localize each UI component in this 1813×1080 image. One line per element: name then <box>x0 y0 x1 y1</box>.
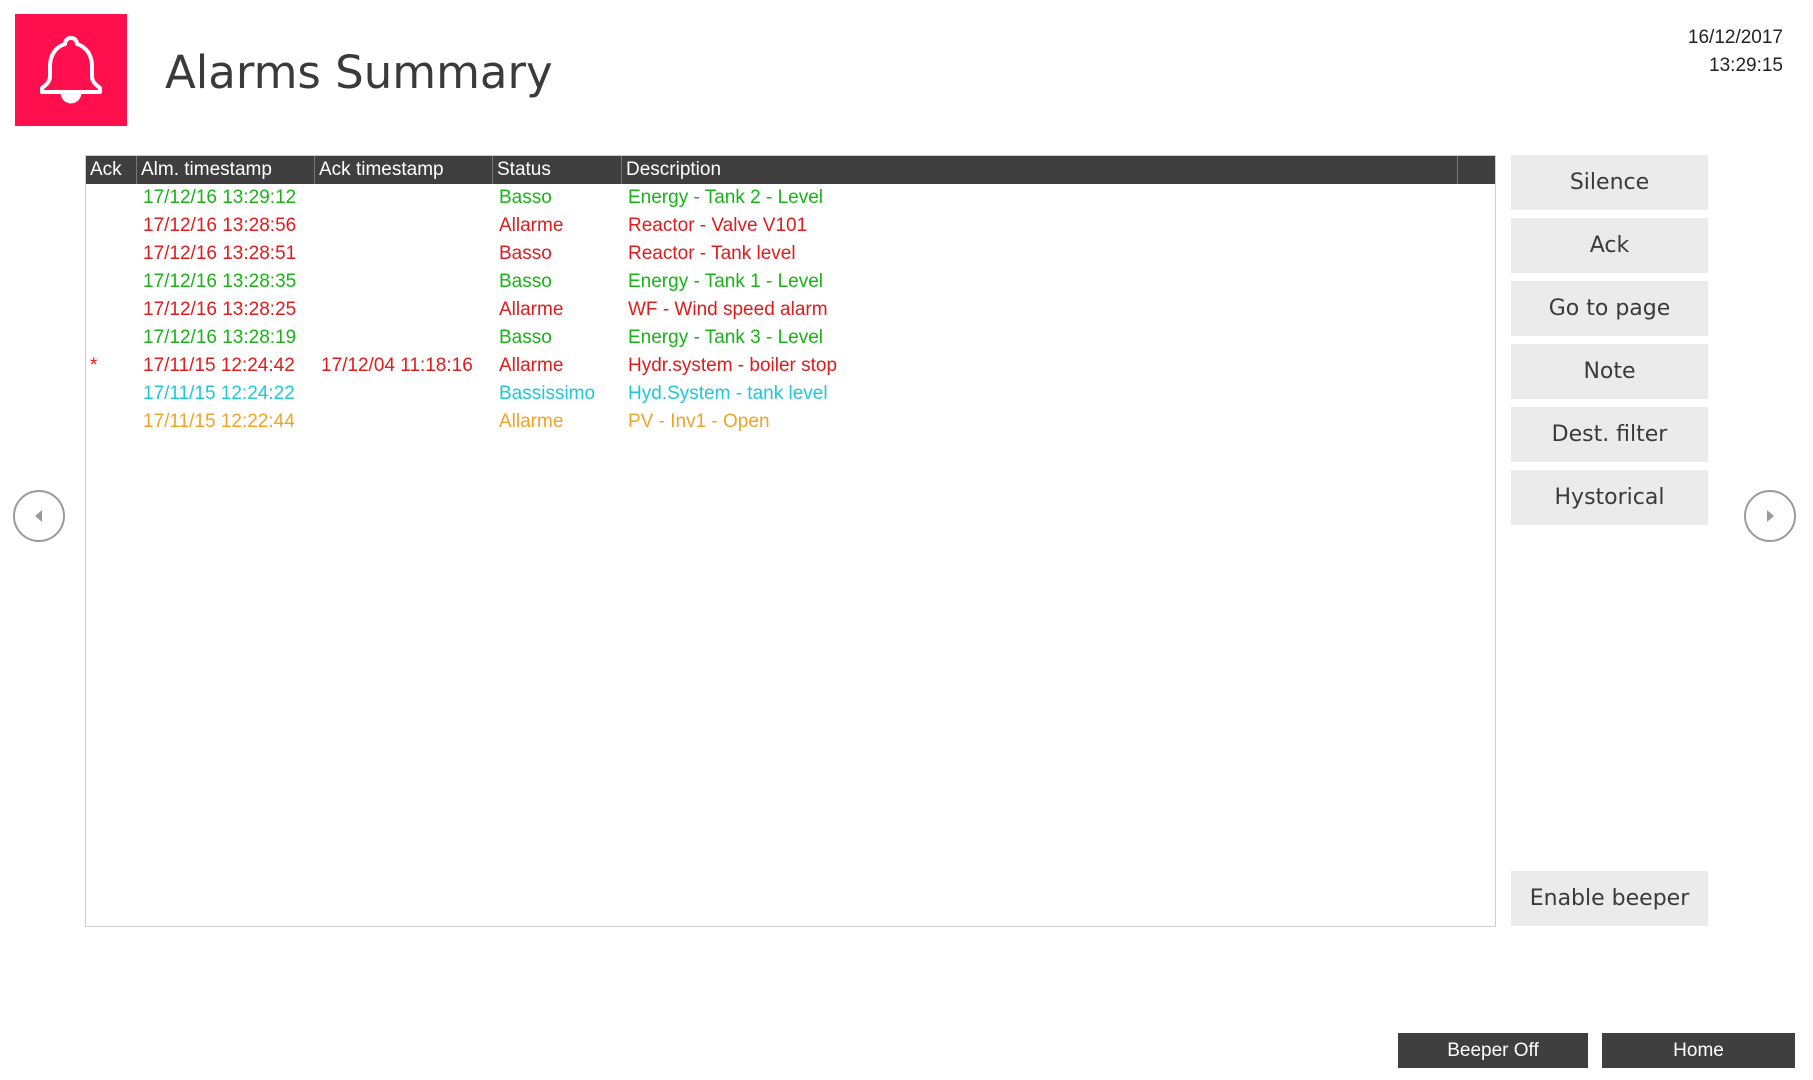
alarms-table[interactable]: Ack Alm. timestamp Ack timestamp Status … <box>85 155 1496 927</box>
chevron-right-icon <box>1767 510 1774 522</box>
alarm-timestamp-cell: 17/11/15 12:22:44 <box>143 411 295 432</box>
go-to-page-button[interactable]: Go to page <box>1511 281 1708 336</box>
ack-timestamp-cell <box>315 184 493 212</box>
table-header: Ack Alm. timestamp Ack timestamp Status … <box>86 156 1495 184</box>
column-header-ack-timestamp[interactable]: Ack timestamp <box>315 156 493 184</box>
ack-cell: * <box>90 355 98 376</box>
status-cell: Bassissimo <box>499 383 596 404</box>
current-time: 13:29:15 <box>1709 55 1783 76</box>
ack-cell <box>86 268 137 296</box>
ack-cell <box>86 296 137 324</box>
alarm-timestamp-cell: 17/12/16 13:28:51 <box>143 243 297 264</box>
status-cell: Allarme <box>499 411 564 432</box>
ack-timestamp-cell <box>315 324 493 352</box>
dest-filter-button[interactable]: Dest. filter <box>1511 407 1708 462</box>
ack-timestamp-cell <box>315 380 493 408</box>
ack-timestamp-cell <box>315 408 493 436</box>
alarm-bell-logo <box>15 14 127 126</box>
description-cell: Hyd.System - tank level <box>628 383 828 404</box>
status-cell: Basso <box>499 327 552 348</box>
page-title: Alarms Summary <box>165 46 553 99</box>
status-cell: Allarme <box>499 299 564 320</box>
table-body: 17/12/16 13:29:12 Basso Energy - Tank 2 - … <box>86 184 1495 436</box>
ack-cell <box>86 184 137 212</box>
column-header-filler <box>1458 156 1495 184</box>
alarm-timestamp-cell: 17/12/16 13:29:12 <box>143 187 297 208</box>
ack-cell <box>86 240 137 268</box>
table-row[interactable]: 17/12/16 13:28:56 Allarme Reactor - Valve … <box>86 212 1495 240</box>
alarm-timestamp-cell: 17/12/16 13:28:25 <box>143 299 297 320</box>
description-cell: Energy - Tank 1 - Level <box>628 271 824 292</box>
alarm-timestamp-cell: 17/11/15 12:24:22 <box>143 383 295 404</box>
alarm-timestamp-cell: 17/12/16 13:28:19 <box>143 327 297 348</box>
table-row[interactable]: 17/12/16 13:28:35 Basso Energy - Tank 1 - … <box>86 268 1495 296</box>
silence-button[interactable]: Silence <box>1511 155 1708 210</box>
ack-cell <box>86 212 137 240</box>
ack-button[interactable]: Ack <box>1511 218 1708 273</box>
column-header-status[interactable]: Status <box>493 156 622 184</box>
status-cell: Allarme <box>499 215 564 236</box>
hystorical-button[interactable]: Hystorical <box>1511 470 1708 525</box>
alarm-timestamp-cell: 17/12/16 13:28:56 <box>143 215 297 236</box>
description-cell: Energy - Tank 2 - Level <box>628 187 824 208</box>
alarm-timestamp-cell: 17/11/15 12:24:42 <box>143 355 295 376</box>
ack-timestamp-cell <box>315 296 493 324</box>
ack-cell <box>86 408 137 436</box>
status-cell: Basso <box>499 243 552 264</box>
table-row[interactable]: 17/12/16 13:29:12 Basso Energy - Tank 2 - … <box>86 184 1495 212</box>
description-cell: WF - Wind speed alarm <box>628 299 828 320</box>
clock: 16/12/2017 13:29:15 <box>1688 24 1783 80</box>
description-cell: Energy - Tank 3 - Level <box>628 327 824 348</box>
beeper-off-button[interactable]: Beeper Off <box>1398 1033 1588 1068</box>
previous-page-button[interactable] <box>13 490 65 542</box>
ack-timestamp-cell: 17/12/04 11:18:16 <box>321 355 473 376</box>
status-cell: Allarme <box>499 355 564 376</box>
description-cell: Reactor - Valve V101 <box>628 215 808 236</box>
ack-timestamp-cell <box>315 240 493 268</box>
table-row[interactable]: 17/11/15 12:24:22 Bassissimo Hyd.System - … <box>86 380 1495 408</box>
table-row[interactable]: * 17/11/15 12:24:42 17/12/04 11:18:16 Allar… <box>86 352 1495 380</box>
table-row[interactable]: 17/11/15 12:22:44 Allarme PV - Inv1 - Open <box>86 408 1495 436</box>
status-cell: Basso <box>499 271 552 292</box>
column-header-alarm-timestamp[interactable]: Alm. timestamp <box>137 156 315 184</box>
description-cell: Hydr.system - boiler stop <box>628 355 838 376</box>
ack-cell <box>86 380 137 408</box>
bell-icon <box>40 36 102 104</box>
description-cell: PV - Inv1 - Open <box>628 411 770 432</box>
current-date: 16/12/2017 <box>1687 27 1783 48</box>
description-cell: Reactor - Tank level <box>628 243 796 264</box>
column-header-description[interactable]: Description <box>622 156 1458 184</box>
alarm-timestamp-cell: 17/12/16 13:28:35 <box>143 271 297 292</box>
table-row[interactable]: 17/12/16 13:28:51 Basso Reactor - Tank lev… <box>86 240 1495 268</box>
home-button[interactable]: Home <box>1602 1033 1795 1068</box>
ack-cell <box>86 324 137 352</box>
column-header-ack[interactable]: Ack <box>86 156 137 184</box>
ack-timestamp-cell <box>315 212 493 240</box>
status-cell: Basso <box>499 187 552 208</box>
table-row[interactable]: 17/12/16 13:28:19 Basso Energy - Tank 3 - … <box>86 324 1495 352</box>
note-button[interactable]: Note <box>1511 344 1708 399</box>
chevron-left-icon <box>35 510 42 522</box>
table-row[interactable]: 17/12/16 13:28:25 Allarme WF - Wind speed … <box>86 296 1495 324</box>
next-page-button[interactable] <box>1744 490 1796 542</box>
ack-timestamp-cell <box>315 268 493 296</box>
enable-beeper-button[interactable]: Enable beeper <box>1511 871 1708 926</box>
